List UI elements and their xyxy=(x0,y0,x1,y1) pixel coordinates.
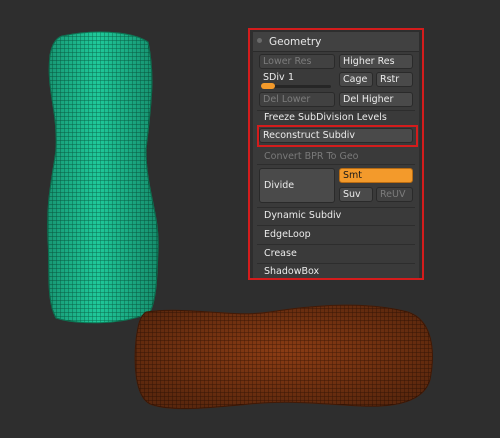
cage-button[interactable]: Cage xyxy=(339,72,373,87)
divider xyxy=(257,225,415,226)
sdiv-value: 1 xyxy=(288,72,295,83)
panel-header[interactable]: Geometry xyxy=(253,32,419,52)
sdiv-slider-handle[interactable] xyxy=(261,83,275,89)
reuv-toggle[interactable]: ReUV xyxy=(376,187,413,202)
rstr-button[interactable]: Rstr xyxy=(376,72,413,87)
shadowbox-button[interactable]: ShadowBox xyxy=(264,266,319,277)
divider xyxy=(257,164,415,165)
convert-bpr-button[interactable]: Convert BPR To Geo xyxy=(264,151,359,162)
panel-title: Geometry xyxy=(269,36,322,48)
geometry-panel: Geometry Lower Res Higher Res SDiv 1 Cag… xyxy=(253,32,419,278)
freeze-subdivision-button[interactable]: Freeze SubDivision Levels xyxy=(264,112,387,123)
higher-res-button[interactable]: Higher Res xyxy=(339,54,413,69)
sdiv-label: SDiv xyxy=(263,72,285,83)
edgeloop-button[interactable]: EdgeLoop xyxy=(264,229,311,240)
del-lower-button[interactable]: Del Lower xyxy=(259,92,335,107)
divider xyxy=(257,263,415,264)
reconstruct-highlight-outline xyxy=(257,125,418,147)
divider xyxy=(257,110,415,111)
lower-res-button[interactable]: Lower Res xyxy=(259,54,335,69)
divider xyxy=(257,207,415,208)
divide-button[interactable]: Divide xyxy=(259,168,335,203)
brown-mesh[interactable] xyxy=(134,304,433,410)
collapse-icon[interactable] xyxy=(257,38,262,43)
del-higher-button[interactable]: Del Higher xyxy=(339,92,413,107)
green-mesh[interactable] xyxy=(47,31,159,324)
dynamic-subdiv-button[interactable]: Dynamic Subdiv xyxy=(264,210,341,221)
smt-toggle[interactable]: Smt xyxy=(339,168,413,183)
crease-button[interactable]: Crease xyxy=(264,248,297,259)
divider xyxy=(257,244,415,245)
suv-toggle[interactable]: Suv xyxy=(339,187,373,202)
